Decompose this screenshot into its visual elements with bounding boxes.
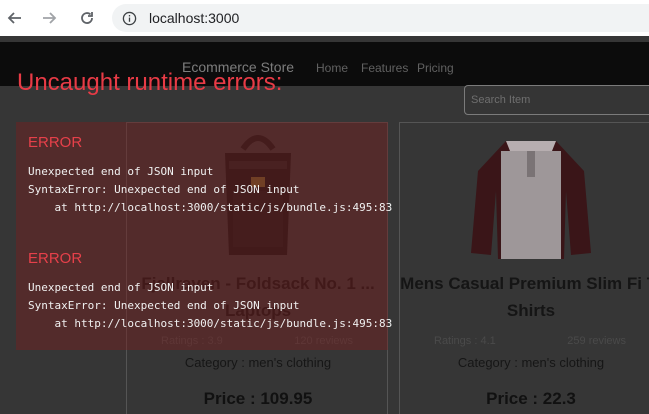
error-label: ERROR [28,134,83,151]
back-button[interactable] [3,6,27,30]
address-bar[interactable]: localhost:3000 [112,4,649,32]
error-entry: ERROR Unexpected end of JSON input Synta… [28,134,392,217]
error-stack-line: at http://localhost:3000/static/js/bundl… [28,201,393,214]
error-label: ERROR [28,250,83,267]
browser-toolbar: localhost:3000 [0,0,649,36]
reload-icon [81,12,93,24]
site-info-icon[interactable] [120,9,138,27]
forward-button[interactable] [37,6,61,30]
arrow-left-icon [7,12,21,24]
error-stack-line: SyntaxError: Unexpected end of JSON inpu… [28,299,300,312]
error-panel: ERROR Unexpected end of JSON input Synta… [16,122,392,350]
arrow-right-icon [43,12,57,24]
error-stack-line: at http://localhost:3000/static/js/bundl… [28,317,393,330]
runtime-error-overlay: Uncaught runtime errors: ERROR Unexpecte… [0,36,649,414]
error-message: Unexpected end of JSON input [28,281,214,294]
error-stack-line: SyntaxError: Unexpected end of JSON inpu… [28,183,300,196]
url-text: localhost:3000 [149,10,240,26]
overlay-title: Uncaught runtime errors: [17,69,283,96]
error-entry: ERROR Unexpected end of JSON input Synta… [28,250,392,333]
reload-button[interactable] [75,6,99,30]
error-message: Unexpected end of JSON input [28,165,214,178]
